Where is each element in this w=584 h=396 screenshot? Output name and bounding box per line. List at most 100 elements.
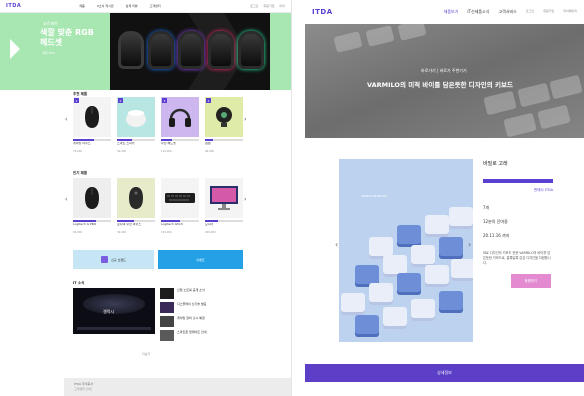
- gallery-next-arrow[interactable]: ›: [468, 240, 471, 249]
- section2-prev-arrow[interactable]: ‹: [65, 196, 67, 203]
- nav-products[interactable]: 제품: [79, 4, 85, 8]
- news-item[interactable]: 스마트폰 업데이트 안내: [160, 330, 246, 341]
- product-image-caption: VARMILO KEYBOARD: [361, 195, 387, 198]
- product-card[interactable]: 3 무선 헤드셋 129,000: [161, 97, 199, 153]
- right-page: ITDA 제품보기 IT신제품소식 고객서비스 로그인 회원가입 마이페이지 바…: [305, 0, 584, 396]
- brand-banner-icon: [101, 256, 109, 263]
- nav-service[interactable]: 고객센터: [150, 4, 161, 8]
- product-meta: 79,000: [73, 150, 111, 153]
- hero-kicker: 코르세어: [43, 21, 58, 26]
- brand-banner-label: 신규 브랜드: [111, 257, 126, 262]
- left-page: ITDA 제품 it소식 게시판 실제 리뷰 고객센터 로그인 회원가입 마이 …: [0, 0, 292, 396]
- product-name: 웹캠: [205, 142, 211, 145]
- nav-my[interactable]: 마이: [279, 4, 285, 8]
- news-main-image[interactable]: 갤럭시: [73, 288, 155, 334]
- product-card[interactable]: 2 스마트 스피커 59,000: [117, 97, 155, 153]
- hero-title: 색깔 맞춘 RGB 헤드셋: [40, 28, 94, 47]
- nav-view-products[interactable]: 제품보기: [444, 9, 459, 15]
- right-logo[interactable]: ITDA: [312, 8, 333, 16]
- news-section: 갤럭시 신형 노트북 공개 소식 디스플레이 신기술 발표 게이밍 장비 출시 …: [73, 288, 246, 344]
- section2-next-arrow[interactable]: ›: [244, 196, 246, 203]
- left-logo[interactable]: ITDA: [6, 3, 21, 9]
- nav-mypage[interactable]: 마이페이지: [563, 9, 577, 15]
- headset-image: [148, 31, 174, 69]
- product-meta: 89,000: [205, 150, 243, 153]
- nav-news[interactable]: it소식 게시판: [97, 4, 114, 8]
- product-name: 로지텍 무선 마우스: [117, 223, 141, 226]
- left-main-nav: 제품 it소식 게시판 실제 리뷰 고객센터: [79, 4, 160, 8]
- news-thumb: [160, 302, 174, 313]
- news-item[interactable]: 신형 노트북 공개 소식: [160, 288, 246, 299]
- product-name: 무선 헤드셋: [161, 142, 176, 145]
- news-item[interactable]: 게이밍 장비 출시 예정: [160, 316, 246, 327]
- left-header: ITDA 제품 it소식 게시판 실제 리뷰 고객센터 로그인 회원가입 마이: [0, 0, 291, 13]
- hero-banner[interactable]: 코르세어 색깔 맞춘 RGB 헤드셋 최대 30%: [0, 13, 291, 90]
- product-company: 판매사 ITDA: [534, 188, 553, 192]
- product-card[interactable]: 모니터 299,000: [205, 178, 243, 234]
- hero-title: VARMILO의 미적 바이를 담은듯한 디자인의 키보드: [367, 81, 513, 89]
- product-card[interactable]: Logitech G PRO 99,000: [73, 178, 111, 234]
- product-image: [117, 178, 155, 218]
- product-card[interactable]: 1 게이밍 마우스 79,000: [73, 97, 111, 153]
- nav-signup[interactable]: 회원가입: [543, 9, 554, 15]
- product-card[interactable]: Logitech G513 159,000: [161, 178, 199, 234]
- product-image: 4: [205, 97, 243, 137]
- gallery-prev-arrow[interactable]: ‹: [335, 240, 338, 249]
- news-main-caption: 갤럭시: [103, 309, 115, 314]
- section1-prev-arrow[interactable]: ‹: [65, 116, 67, 123]
- promo-banners: 신규 브랜드 이벤트: [73, 250, 243, 269]
- product-name: 바밀로 고래: [483, 161, 508, 167]
- right-nav: 제품보기 IT신제품소식 고객서비스 로그인 회원가입 마이페이지: [444, 9, 577, 15]
- hero-subtitle: 바로가기 | 바로가 주변기기: [421, 68, 467, 73]
- nav-signup[interactable]: 회원가입: [263, 4, 274, 8]
- sales-progress-bar: [117, 220, 155, 222]
- hero-arrow-icon: [10, 39, 20, 59]
- product-spec-count: 7개: [483, 205, 490, 210]
- product-image: [73, 178, 111, 218]
- product-price: 159,000: [161, 231, 172, 234]
- detail-tab[interactable]: 상세정보: [305, 364, 584, 382]
- news-more-link[interactable]: 더보기: [142, 352, 150, 356]
- nav-customer-service[interactable]: 고객서비스: [498, 9, 516, 15]
- product-card[interactable]: 4 웹캠 89,000: [205, 97, 243, 153]
- headset-image: [208, 31, 234, 69]
- news-item-title: 디스플레이 신기술 발표: [177, 302, 207, 306]
- product-name: 모니터: [205, 223, 214, 226]
- headset-image: [238, 31, 264, 69]
- hero-image: [110, 13, 270, 90]
- product-description: 바로 디자인의 키보드 전문 VARMILO의 바이를 담은듯한 키보드로, 알…: [483, 251, 551, 265]
- left-user-nav: 로그인 회원가입 마이: [250, 4, 285, 8]
- product-image[interactable]: VARMILO KEYBOARD: [339, 159, 473, 342]
- product-name: Logitech G PRO: [73, 223, 97, 226]
- news-thumb: [160, 288, 174, 299]
- rank-badge: 4: [206, 98, 211, 103]
- funding-progress-bar: [483, 179, 553, 183]
- section1-next-arrow[interactable]: ›: [244, 116, 246, 123]
- product-name: Logitech G513: [161, 223, 183, 226]
- product-card[interactable]: 로지텍 무선 마우스 39,000: [117, 178, 155, 234]
- news-item[interactable]: 디스플레이 신기술 발표: [160, 302, 246, 313]
- sales-progress-bar: [73, 220, 111, 222]
- news-thumb: [160, 316, 174, 327]
- product-image: 1: [73, 97, 111, 137]
- section2-title: 인기 제품: [73, 171, 88, 175]
- event-banner[interactable]: 이벤트: [158, 250, 243, 269]
- nav-it-news[interactable]: IT신제품소식: [467, 9, 489, 15]
- product-price: 89,000: [205, 150, 215, 153]
- support-button[interactable]: 응원하기: [511, 274, 551, 288]
- headset-image: [118, 31, 144, 69]
- brand-banner[interactable]: 신규 브랜드: [73, 250, 154, 269]
- product-price: 299,000: [205, 231, 216, 234]
- keyboard-hero: 바로가기 | 바로가 주변기기 VARMILO의 미적 바이를 담은듯한 디자인…: [305, 24, 584, 138]
- news-thumb: [160, 330, 174, 341]
- product-meta: 159,000: [161, 231, 199, 234]
- product-meta: 39,000: [117, 231, 155, 234]
- left-footer: ITDA 주식회사 고객센터 안내: [64, 378, 291, 396]
- news-list: 신형 노트북 공개 소식 디스플레이 신기술 발표 게이밍 장비 출시 예정 스…: [160, 288, 246, 344]
- nav-login[interactable]: 로그인: [526, 9, 534, 15]
- product-meta: 299,000: [205, 231, 243, 234]
- nav-reviews[interactable]: 실제 리뷰: [126, 4, 138, 8]
- nav-login[interactable]: 로그인: [250, 4, 258, 8]
- product-meta: 129,000: [161, 150, 199, 153]
- headset-image: [178, 31, 204, 69]
